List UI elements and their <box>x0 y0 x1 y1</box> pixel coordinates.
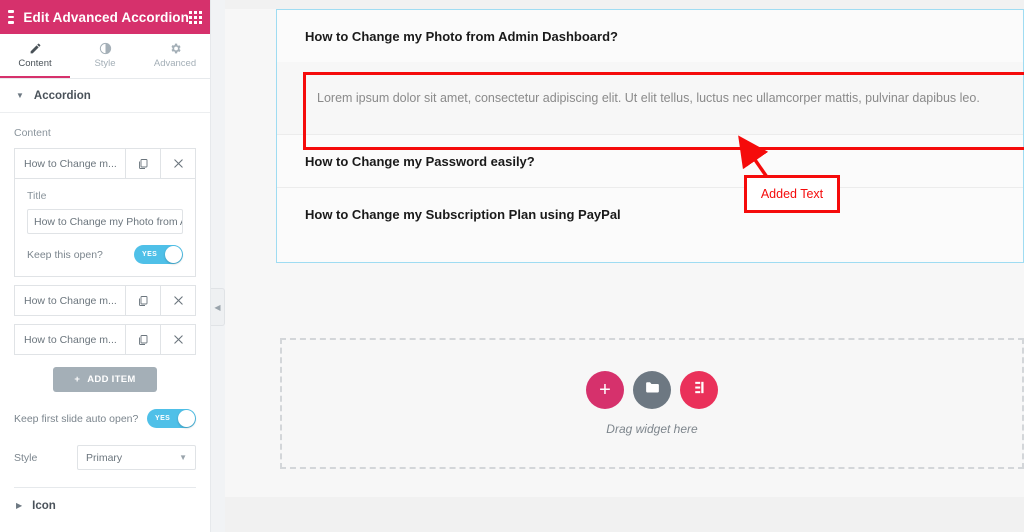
panel-collapse-handle[interactable]: ◀ <box>211 288 225 326</box>
repeater-item-title[interactable]: How to Change m... <box>15 286 125 315</box>
copy-icon[interactable] <box>125 286 160 315</box>
keep-open-toggle[interactable]: YES <box>134 245 183 264</box>
close-icon[interactable] <box>160 286 195 315</box>
toggle-knob <box>178 410 195 427</box>
folder-icon <box>644 379 661 401</box>
canvas-top-strip <box>225 0 1024 9</box>
plus-icon: + <box>599 379 611 401</box>
keep-open-toggle-value: YES <box>142 251 158 258</box>
style-row: Style Primary ▼ <box>14 445 196 470</box>
accordion-header[interactable]: How to Change my Subscription Plan using… <box>277 188 1023 240</box>
tab-content-label: Content <box>18 57 52 69</box>
drop-zone[interactable]: + Drag widget here <box>280 338 1024 469</box>
annotation-label: Added Text <box>744 175 840 213</box>
style-select-value: Primary <box>86 451 123 464</box>
tab-style[interactable]: Style <box>70 34 140 78</box>
editor-canvas: How to Change my Photo from Admin Dashbo… <box>225 0 1024 532</box>
repeater-item-editor: Title How to Change my Photo from A Keep… <box>14 179 196 277</box>
plus-icon: + <box>74 374 81 385</box>
add-widget-button[interactable]: + <box>586 371 624 409</box>
accordion-body: Lorem ipsum dolor sit amet, consectetur … <box>277 62 1023 134</box>
canvas-bottom-strip <box>225 497 1024 532</box>
gear-icon <box>169 42 182 55</box>
auto-open-row: Keep first slide auto open? YES <box>14 409 196 428</box>
repeater-item[interactable]: How to Change m... <box>14 324 196 355</box>
caret-right-icon: ▶ <box>16 501 23 510</box>
repeater-item-title[interactable]: How to Change m... <box>15 325 125 354</box>
repeater-item[interactable]: How to Change m... <box>14 285 196 316</box>
grid-apps-icon[interactable] <box>189 10 202 24</box>
title-input[interactable]: How to Change my Photo from A <box>27 209 183 234</box>
repeater-item[interactable]: How to Change m... <box>14 148 196 179</box>
keep-open-row: Keep this open? YES <box>27 245 183 264</box>
accordion-widget[interactable]: How to Change my Photo from Admin Dashbo… <box>276 9 1024 263</box>
copy-icon[interactable] <box>125 325 160 354</box>
repeater-item-title[interactable]: How to Change m... <box>15 149 125 178</box>
elementor-icon <box>691 379 708 401</box>
panel-header: Edit Advanced Accordion <box>0 0 210 34</box>
tab-advanced-label: Advanced <box>153 57 197 69</box>
panel-tabs: Content Style Advanced <box>0 34 210 79</box>
copy-icon[interactable] <box>125 149 160 178</box>
add-item-label: ADD ITEM <box>87 374 136 385</box>
accordion-header[interactable]: How to Change my Photo from Admin Dashbo… <box>277 10 1023 62</box>
keep-open-label: Keep this open? <box>27 248 103 261</box>
add-template-button[interactable] <box>633 371 671 409</box>
panel-body: Content How to Change m... Title How to … <box>0 113 210 488</box>
style-label: Style <box>14 451 38 464</box>
chevron-down-icon: ▼ <box>179 453 187 462</box>
toggle-knob <box>165 246 182 263</box>
close-icon[interactable] <box>160 149 195 178</box>
drop-zone-buttons: + <box>586 371 718 409</box>
title-field-label: Title <box>27 190 47 202</box>
accordion-item: How to Change my Password easily? <box>277 135 1023 188</box>
caret-down-icon: ▼ <box>16 91 24 100</box>
auto-open-toggle[interactable]: YES <box>147 409 196 428</box>
section-icon-header[interactable]: ▶ Icon <box>0 488 210 523</box>
tab-advanced[interactable]: Advanced <box>140 34 210 78</box>
add-item-button[interactable]: + ADD ITEM <box>53 367 157 392</box>
section-icon-title: Icon <box>32 499 56 512</box>
hamburger-icon[interactable] <box>8 10 15 24</box>
section-accordion-header[interactable]: ▼ Accordion <box>0 79 210 113</box>
tab-style-label: Style <box>94 57 116 69</box>
auto-open-label: Keep first slide auto open? <box>14 412 139 425</box>
contrast-half-circle-icon <box>99 42 112 55</box>
accordion-item: How to Change my Photo from Admin Dashbo… <box>277 10 1023 135</box>
style-select[interactable]: Primary ▼ <box>77 445 196 470</box>
elementor-logo-button[interactable] <box>680 371 718 409</box>
accordion-item: How to Change my Subscription Plan using… <box>277 188 1023 240</box>
accordion-header[interactable]: How to Change my Password easily? <box>277 135 1023 187</box>
chevron-left-icon: ◀ <box>214 302 221 312</box>
section-accordion-title: Accordion <box>33 89 91 102</box>
tab-content[interactable]: Content <box>0 34 70 78</box>
pencil-icon <box>29 42 42 55</box>
app-root: Edit Advanced Accordion Content Style Ad… <box>0 0 1024 532</box>
elementor-panel: Edit Advanced Accordion Content Style Ad… <box>0 0 211 532</box>
close-icon[interactable] <box>160 325 195 354</box>
content-field-label: Content <box>14 127 51 139</box>
panel-title: Edit Advanced Accordion <box>23 9 189 25</box>
drop-zone-label: Drag widget here <box>606 422 698 436</box>
auto-open-toggle-value: YES <box>155 415 171 422</box>
